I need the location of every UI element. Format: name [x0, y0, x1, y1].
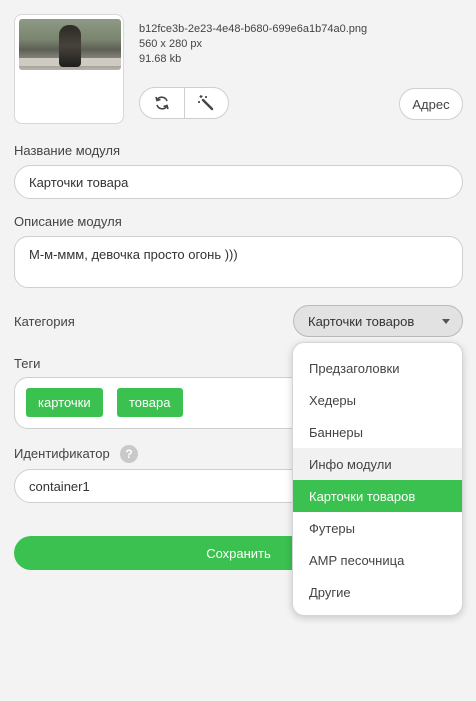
- module-name-label: Название модуля: [14, 143, 121, 158]
- module-name-input[interactable]: Карточки товара: [14, 165, 463, 199]
- image-thumbnail: [19, 19, 121, 70]
- category-label: Категория: [14, 314, 75, 329]
- dropdown-option[interactable]: Хедеры: [293, 384, 462, 416]
- thumbnail-figure-shape: [59, 25, 81, 67]
- module-description-label: Описание модуля: [14, 214, 122, 229]
- dropdown-option-selected[interactable]: Карточки товаров: [293, 480, 462, 512]
- magic-wand-button[interactable]: [183, 88, 229, 118]
- dropdown-option[interactable]: AMP песочница: [293, 544, 462, 576]
- dropdown-option[interactable]: Предзаголовки: [293, 352, 462, 384]
- identifier-label: Идентификатор: [14, 446, 110, 461]
- file-info: b12fce3b-2e23-4e48-b680-699e6a1b74a0.png…: [139, 22, 367, 67]
- file-name: b12fce3b-2e23-4e48-b680-699e6a1b74a0.png: [139, 23, 368, 35]
- file-dimensions: 560 x 280 px: [139, 38, 202, 50]
- tag-chip[interactable]: карточки: [26, 388, 103, 417]
- module-description-textarea[interactable]: М-м-ммм, девочка просто огонь ))): [14, 236, 463, 288]
- category-dropdown-menu: Предзаголовки Хедеры Баннеры Инфо модули…: [292, 342, 463, 616]
- address-button[interactable]: Адрес: [399, 88, 463, 120]
- tags-label: Теги: [14, 356, 41, 371]
- dropdown-option-hovered[interactable]: Инфо модули: [293, 448, 462, 480]
- tag-chip[interactable]: товара: [117, 388, 183, 417]
- image-thumbnail-card[interactable]: [14, 14, 124, 124]
- help-icon[interactable]: ?: [120, 445, 138, 463]
- refresh-icon: [154, 96, 169, 110]
- magic-wand-icon: [198, 95, 214, 111]
- image-action-group: [139, 87, 229, 119]
- caret-down-icon: [442, 319, 450, 324]
- file-size: 91.68 kb: [139, 53, 182, 65]
- category-selected-value: Карточки товаров: [308, 313, 415, 329]
- dropdown-option[interactable]: Баннеры: [293, 416, 462, 448]
- refresh-button[interactable]: [140, 88, 184, 118]
- dropdown-option[interactable]: Футеры: [293, 512, 462, 544]
- dropdown-option[interactable]: Другие: [293, 576, 462, 608]
- category-select[interactable]: Карточки товаров: [293, 305, 463, 337]
